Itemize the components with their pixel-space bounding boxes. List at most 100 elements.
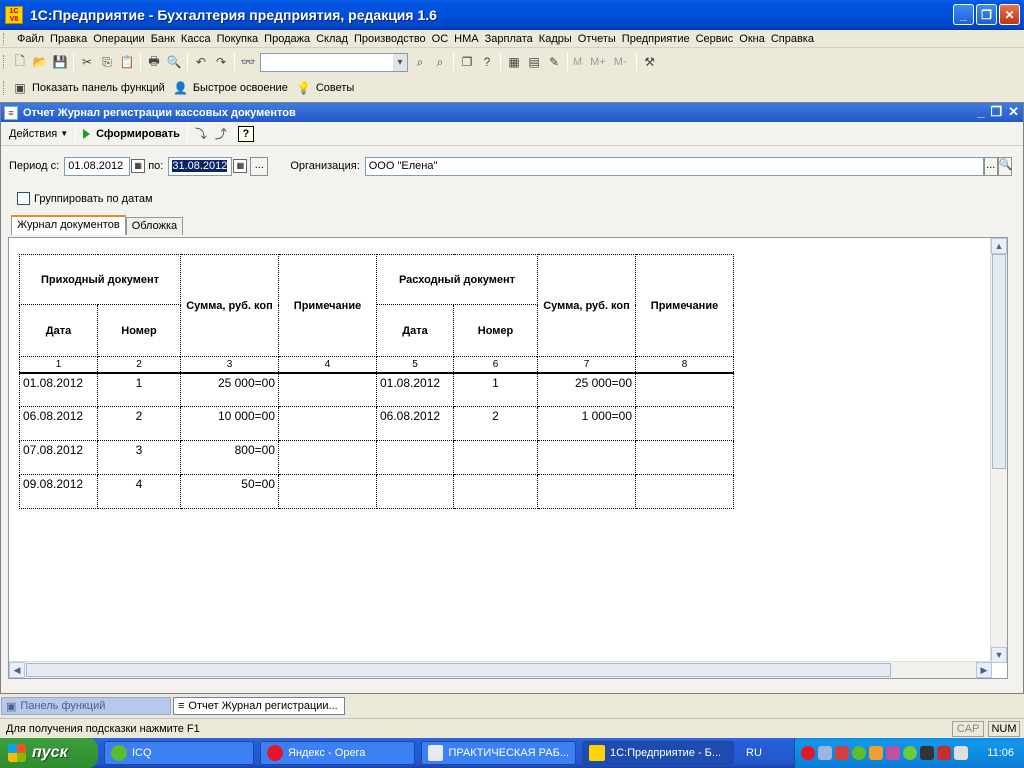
scroll-down-icon[interactable]: ▼ <box>991 647 1007 663</box>
cut-icon[interactable]: ✂ <box>77 52 97 72</box>
menu-enterprise[interactable]: Предприятие <box>619 33 693 45</box>
table-row: 06.08.2012 2 10 000=00 06.08.2012 2 1 00… <box>19 406 734 441</box>
collapse-icon[interactable]: ⤴ <box>211 124 231 144</box>
report-window-tab[interactable]: ≡ Отчет Журнал регистрации... <box>173 697 345 715</box>
help-icon[interactable]: ? <box>237 125 254 142</box>
agent-icon[interactable] <box>869 746 883 760</box>
security-icon[interactable] <box>937 746 951 760</box>
volume-icon[interactable] <box>920 746 934 760</box>
menu-warehouse[interactable]: Склад <box>313 33 351 45</box>
organization-select-button[interactable]: ... <box>983 156 998 176</box>
redo-icon[interactable]: ↷ <box>211 52 231 72</box>
menu-operations[interactable]: Операции <box>90 33 147 45</box>
find-prev-icon[interactable]: ⌕ <box>430 52 450 72</box>
tips-button[interactable]: Советы <box>316 82 354 94</box>
minimize-button[interactable]: _ <box>953 4 974 25</box>
doc-close-button[interactable]: ✕ <box>1008 104 1019 120</box>
organization-open-button[interactable]: 🔍 <box>997 156 1012 176</box>
generate-button[interactable]: Сформировать <box>79 124 184 144</box>
scroll-right-icon[interactable]: ▶ <box>976 662 992 678</box>
opera-tray-icon[interactable] <box>801 746 815 760</box>
period-from-input[interactable]: 01.08.2012 <box>64 156 131 176</box>
menu-service[interactable]: Сервис <box>693 33 737 45</box>
print-preview-icon[interactable]: 🔍 <box>164 52 184 72</box>
taskbar-item-1c[interactable]: 1С:Предприятие - Б... <box>582 741 734 765</box>
menu-sales[interactable]: Продажа <box>261 33 313 45</box>
tools-icon[interactable]: ⚒ <box>640 52 660 72</box>
language-indicator[interactable]: RU <box>746 747 762 759</box>
taskbar-item-icq[interactable]: ICQ <box>104 741 254 765</box>
menu-bank[interactable]: Банк <box>148 33 178 45</box>
icq-tray-icon[interactable] <box>852 746 866 760</box>
new-document-icon[interactable]: 🗋 <box>10 52 30 72</box>
doc-restore-button[interactable]: ❐ <box>990 104 1002 120</box>
tutor-icon[interactable]: ✎ <box>544 52 564 72</box>
calculator-icon[interactable]: ▦ <box>504 52 524 72</box>
organization-input[interactable]: ООО "Елена" <box>364 156 984 176</box>
menu-purchase[interactable]: Покупка <box>214 33 262 45</box>
period-row: Период с: 01.08.2012 ▦ по: 31.08.2012 ▦ … <box>9 156 1017 176</box>
period-to-input[interactable]: 31.08.2012 <box>168 156 233 176</box>
horizontal-scroll-thumb[interactable] <box>26 663 891 677</box>
menu-edit[interactable]: Правка <box>47 33 90 45</box>
menu-fixed-assets[interactable]: ОС <box>429 33 452 45</box>
show-panel-button[interactable]: Показать панель функций <box>32 82 165 94</box>
calendar-icon[interactable]: ▦ <box>131 159 146 173</box>
search-combo[interactable] <box>260 52 408 72</box>
report-spreadsheet[interactable]: Приходный документ Сумма, руб. коп Приме… <box>8 237 1008 679</box>
main-toolbar: 🗋 📂 💾 ✂ ⎘ 📋 🖶 🔍 ↶ ↷ 👓 ⌕ ⌕ ❐ ? ▦ ▤ ✎ M M+… <box>0 49 1024 75</box>
horizontal-scrollbar[interactable]: ◀ ▶ <box>9 661 992 678</box>
utility-icon[interactable] <box>903 746 917 760</box>
toolbar-separator <box>500 53 501 71</box>
tab-journal[interactable]: Журнал документов <box>11 215 126 235</box>
calendar-icon[interactable]: ▦ <box>233 159 248 173</box>
undo-icon[interactable]: ↶ <box>191 52 211 72</box>
menu-production[interactable]: Производство <box>351 33 429 45</box>
actions-menu-button[interactable]: Действия ▼ <box>5 124 72 144</box>
doc-minimize-button[interactable]: _ <box>977 104 984 120</box>
menu-cash[interactable]: Касса <box>178 33 214 45</box>
open-icon[interactable]: 📂 <box>30 52 50 72</box>
calendar-icon[interactable]: ▤ <box>524 52 544 72</box>
column-number: 8 <box>635 356 734 373</box>
out-note-cell <box>635 372 734 407</box>
menu-salary[interactable]: Зарплата <box>482 33 536 45</box>
menu-help[interactable]: Справка <box>768 33 817 45</box>
windows-icon[interactable]: ❐ <box>457 52 477 72</box>
in-number-cell: 3 <box>97 440 181 475</box>
vertical-scroll-thumb[interactable] <box>992 254 1006 469</box>
taskbar-item-word[interactable]: ПРАКТИЧЕСКАЯ РАБ... <box>421 741 576 765</box>
functions-panel-tab[interactable]: ▣ Панель функций <box>1 697 171 715</box>
memory-plus-button[interactable]: M+ <box>590 56 606 68</box>
menu-windows[interactable]: Окна <box>736 33 768 45</box>
taskbar-item-opera[interactable]: Яндекс - Opera <box>260 741 415 765</box>
copy-icon[interactable]: ⎘ <box>97 52 117 72</box>
expand-icon[interactable]: ⤵ <box>191 124 211 144</box>
period-select-button[interactable]: ... <box>250 156 269 176</box>
scroll-left-icon[interactable]: ◀ <box>9 662 25 678</box>
memory-button[interactable]: M <box>573 56 582 68</box>
save-icon[interactable]: 💾 <box>50 52 70 72</box>
tab-cover[interactable]: Обложка <box>125 217 184 235</box>
print-icon[interactable]: 🖶 <box>144 52 164 72</box>
help-1c-icon[interactable]: ? <box>477 52 497 72</box>
antivirus-icon[interactable] <box>835 746 849 760</box>
messenger-icon[interactable] <box>886 746 900 760</box>
menu-personnel[interactable]: Кадры <box>536 33 575 45</box>
scroll-up-icon[interactable]: ▲ <box>991 238 1007 254</box>
menu-file[interactable]: Файл <box>14 33 47 45</box>
paste-icon[interactable]: 📋 <box>117 52 137 72</box>
menu-intangibles[interactable]: НМА <box>451 33 481 45</box>
find-next-icon[interactable]: ⌕ <box>410 52 430 72</box>
find-icon[interactable]: 👓 <box>238 52 258 72</box>
restore-button[interactable]: ❐ <box>976 4 997 25</box>
network-icon[interactable] <box>818 746 832 760</box>
quick-start-button[interactable]: Быстрое освоение <box>193 82 288 94</box>
group-by-dates-checkbox[interactable] <box>17 192 30 205</box>
vertical-scrollbar[interactable]: ▲ ▼ <box>990 238 1007 663</box>
menu-reports[interactable]: Отчеты <box>575 33 619 45</box>
start-button[interactable]: пуск <box>0 738 98 768</box>
close-button[interactable]: ✕ <box>999 4 1020 25</box>
memory-minus-button[interactable]: M- <box>614 56 627 68</box>
display-icon[interactable] <box>954 746 968 760</box>
